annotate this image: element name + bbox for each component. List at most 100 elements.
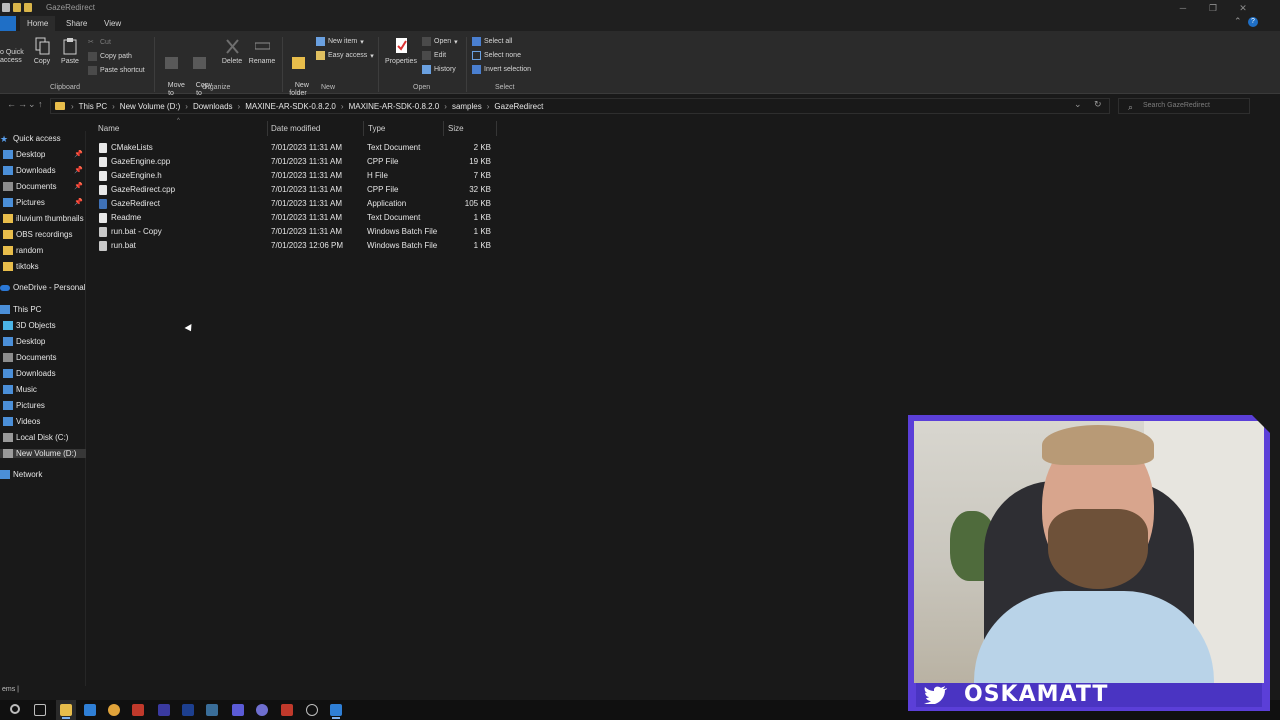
nav-item[interactable]: Desktop 📌 bbox=[0, 150, 86, 159]
chrome-icon[interactable] bbox=[108, 704, 120, 716]
column-divider[interactable] bbox=[496, 121, 497, 136]
nav-onedrive[interactable]: OneDrive - Personal bbox=[0, 283, 86, 292]
column-header-date[interactable]: Date modified bbox=[271, 124, 320, 136]
store-icon[interactable] bbox=[84, 704, 96, 716]
paste-shortcut-button[interactable]: Paste shortcut bbox=[88, 66, 145, 75]
nav-item[interactable]: Pictures bbox=[0, 401, 86, 410]
column-divider[interactable] bbox=[267, 121, 268, 136]
properties-button[interactable]: Properties bbox=[382, 37, 420, 66]
nav-item[interactable]: tiktoks bbox=[0, 262, 86, 271]
address-bar[interactable]: › This PC › New Volume (D:) › Downloads … bbox=[50, 98, 1110, 114]
close-button[interactable]: ✕ bbox=[1228, 0, 1258, 16]
nav-item[interactable]: random bbox=[0, 246, 86, 255]
file-row[interactable]: GazeEngine.h 7/01/2023 11:31 AM H File 7 KB bbox=[96, 169, 496, 183]
breadcrumb-item[interactable]: MAXINE-AR-SDK-0.8.2.0 bbox=[245, 102, 336, 111]
help-icon[interactable]: ? bbox=[1248, 17, 1258, 27]
back-button[interactable]: ← bbox=[7, 99, 16, 109]
select-all-button[interactable]: Select all bbox=[472, 37, 512, 46]
obs-icon[interactable] bbox=[256, 704, 268, 716]
easy-access-button[interactable]: Easy access ▾ bbox=[316, 51, 374, 60]
edit-button[interactable]: Edit bbox=[422, 51, 446, 60]
app-icon[interactable] bbox=[206, 704, 218, 716]
nav-item[interactable]: Local Disk (C:) bbox=[0, 433, 86, 442]
rename-button[interactable]: Rename bbox=[248, 37, 276, 66]
nav-item[interactable]: illuvium thumbnails bbox=[0, 214, 86, 223]
pin-to-quick-access-button[interactable]: o Quick access bbox=[0, 49, 28, 65]
discord-icon[interactable] bbox=[232, 704, 244, 716]
restore-button[interactable]: ❐ bbox=[1198, 0, 1228, 16]
settings-icon[interactable] bbox=[306, 704, 318, 716]
nav-quick-access[interactable]: ★ Quick access bbox=[0, 134, 86, 143]
nav-this-pc[interactable]: This PC bbox=[0, 305, 86, 314]
pin-icon[interactable]: 📌 bbox=[74, 182, 83, 190]
copy-button[interactable]: Copy bbox=[32, 37, 52, 66]
collapse-ribbon-icon[interactable]: ⌃ bbox=[1234, 16, 1242, 27]
open-button[interactable]: Open ▾ bbox=[422, 37, 458, 46]
new-folder-icon[interactable] bbox=[13, 3, 21, 12]
column-header-type[interactable]: Type bbox=[368, 124, 385, 136]
refresh-button[interactable]: ↻ bbox=[1094, 99, 1102, 110]
photoshop-icon[interactable] bbox=[182, 704, 194, 716]
file-row[interactable]: CMakeLists 7/01/2023 11:31 AM Text Documen… bbox=[96, 141, 496, 155]
minimize-button[interactable]: ─ bbox=[1168, 0, 1198, 16]
address-dropdown-button[interactable]: ⌄ bbox=[1074, 99, 1082, 110]
up-button[interactable]: ↑ bbox=[38, 99, 43, 109]
copy-path-button[interactable]: Copy path bbox=[88, 52, 132, 61]
file-row[interactable]: GazeRedirect 7/01/2023 11:31 AM Applicatio… bbox=[96, 197, 496, 211]
forward-button[interactable]: → bbox=[18, 99, 27, 109]
column-divider[interactable] bbox=[443, 121, 444, 136]
app-icon[interactable] bbox=[132, 704, 144, 716]
nav-item[interactable]: Desktop bbox=[0, 337, 86, 346]
task-view-icon[interactable] bbox=[34, 704, 46, 716]
delete-button[interactable]: Delete bbox=[220, 37, 244, 66]
nav-item[interactable]: Downloads bbox=[0, 369, 86, 378]
app-icon[interactable] bbox=[281, 704, 293, 716]
paste-button[interactable]: Paste bbox=[59, 37, 81, 66]
breadcrumb-item[interactable]: New Volume (D:) bbox=[120, 102, 180, 111]
search-icon[interactable] bbox=[10, 704, 20, 714]
tab-share[interactable]: Share bbox=[59, 16, 94, 31]
nav-item[interactable]: Documents bbox=[0, 353, 86, 362]
new-item-button[interactable]: New item ▾ bbox=[316, 37, 364, 46]
file-row[interactable]: Readme 7/01/2023 11:31 AM Text Document 1 K… bbox=[96, 211, 496, 225]
column-header-size[interactable]: Size bbox=[448, 124, 464, 136]
nav-item[interactable]: 3D Objects bbox=[0, 321, 86, 330]
quick-access-toolbar[interactable] bbox=[2, 3, 32, 12]
invert-selection-button[interactable]: Invert selection bbox=[472, 65, 531, 74]
file-row[interactable]: run.bat - Copy 7/01/2023 11:31 AM Windows … bbox=[96, 225, 496, 239]
nav-item[interactable]: New Volume (D:) bbox=[0, 449, 86, 458]
open-label: Open bbox=[434, 38, 452, 45]
nav-item[interactable]: Pictures 📌 bbox=[0, 198, 86, 207]
file-explorer-icon[interactable] bbox=[60, 704, 72, 719]
search-input[interactable]: ⌕ Search GazeRedirect bbox=[1118, 98, 1250, 114]
nav-item[interactable]: Videos bbox=[0, 417, 86, 426]
nav-item[interactable]: Music bbox=[0, 385, 86, 394]
tab-home[interactable]: Home bbox=[20, 16, 56, 31]
recent-locations-button[interactable]: ⌄ bbox=[28, 99, 36, 110]
select-none-button[interactable]: Select none bbox=[472, 51, 521, 60]
column-divider[interactable] bbox=[363, 121, 364, 136]
nav-item[interactable]: Downloads 📌 bbox=[0, 166, 86, 175]
pin-icon[interactable]: 📌 bbox=[74, 166, 83, 174]
cut-button[interactable]: ✂ Cut bbox=[88, 38, 111, 47]
breadcrumb-item[interactable]: MAXINE-AR-SDK-0.8.2.0 bbox=[349, 102, 440, 111]
breadcrumb-item-current[interactable]: GazeRedirect bbox=[494, 102, 543, 111]
breadcrumb-item[interactable]: samples bbox=[452, 102, 482, 111]
tab-view[interactable]: View bbox=[97, 16, 128, 31]
column-header-name[interactable]: Name bbox=[98, 124, 119, 136]
nav-network[interactable]: Network bbox=[0, 470, 86, 479]
vscode-icon[interactable] bbox=[330, 704, 342, 719]
file-row[interactable]: GazeEngine.cpp 7/01/2023 11:31 AM CPP File… bbox=[96, 155, 496, 169]
file-row[interactable]: run.bat 7/01/2023 12:06 PM Windows Batch F… bbox=[96, 239, 496, 253]
pin-icon[interactable]: 📌 bbox=[74, 198, 83, 206]
pin-icon[interactable]: 📌 bbox=[74, 150, 83, 158]
properties-icon[interactable] bbox=[2, 3, 10, 12]
tab-file[interactable] bbox=[0, 16, 16, 31]
breadcrumb-item[interactable]: This PC bbox=[79, 102, 107, 111]
nav-item[interactable]: OBS recordings bbox=[0, 230, 86, 239]
breadcrumb-item[interactable]: Downloads bbox=[193, 102, 233, 111]
history-button[interactable]: History bbox=[422, 65, 456, 74]
nav-item[interactable]: Documents 📌 bbox=[0, 182, 86, 191]
file-row[interactable]: GazeRedirect.cpp 7/01/2023 11:31 AM CPP Fi… bbox=[96, 183, 496, 197]
premiere-icon[interactable] bbox=[158, 704, 170, 716]
